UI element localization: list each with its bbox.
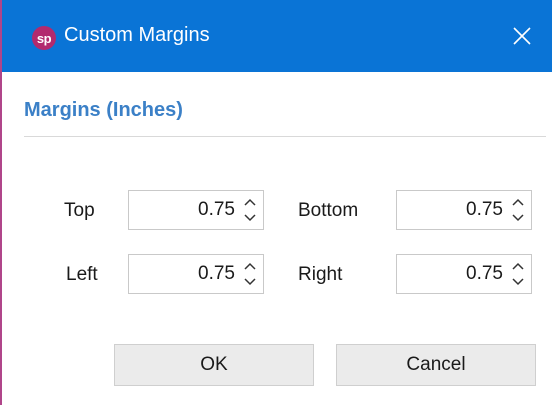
right-label: Right: [298, 264, 343, 285]
top-margin-spinbox: [128, 190, 264, 230]
cancel-button[interactable]: Cancel: [336, 344, 536, 386]
left-margin-spinner: [243, 259, 257, 289]
chevron-down-icon: [244, 278, 256, 286]
chevron-down-icon: [512, 278, 524, 286]
right-margin-spinner: [511, 259, 525, 289]
chevron-down-icon: [244, 214, 256, 222]
chevron-up-icon: [244, 262, 256, 270]
right-margin-spinbox: [396, 254, 532, 294]
bottom-margin-spinner: [511, 195, 525, 225]
top-margin-input[interactable]: [131, 193, 235, 227]
bottom-margin-decrement-button[interactable]: [511, 211, 525, 225]
top-label: Top: [64, 200, 95, 221]
window-title: Custom Margins: [64, 24, 210, 46]
chevron-up-icon: [244, 198, 256, 206]
section-title: Margins (Inches): [24, 99, 183, 121]
bottom-label: Bottom: [298, 200, 359, 221]
bottom-margin-spinbox: [396, 190, 532, 230]
close-icon: [513, 27, 531, 45]
ok-button[interactable]: OK: [114, 344, 314, 386]
custom-margins-dialog: sp Custom Margins Margins (Inches) Top B…: [0, 0, 552, 405]
section-divider: [24, 136, 546, 137]
left-margin-decrement-button[interactable]: [243, 275, 257, 289]
right-margin-increment-button[interactable]: [511, 259, 525, 273]
chevron-up-icon: [512, 198, 524, 206]
left-margin-increment-button[interactable]: [243, 259, 257, 273]
top-margin-increment-button[interactable]: [243, 195, 257, 209]
app-logo-icon: sp: [32, 26, 56, 50]
title-bar[interactable]: sp Custom Margins: [2, 0, 552, 72]
left-margin-input[interactable]: [131, 257, 235, 291]
right-margin-decrement-button[interactable]: [511, 275, 525, 289]
chevron-up-icon: [512, 262, 524, 270]
left-label: Left: [66, 264, 98, 285]
right-margin-input[interactable]: [399, 257, 503, 291]
close-button[interactable]: [504, 18, 540, 54]
top-margin-spinner: [243, 195, 257, 225]
bottom-margin-input[interactable]: [399, 193, 503, 227]
bottom-margin-increment-button[interactable]: [511, 195, 525, 209]
chevron-down-icon: [512, 214, 524, 222]
top-margin-decrement-button[interactable]: [243, 211, 257, 225]
left-margin-spinbox: [128, 254, 264, 294]
